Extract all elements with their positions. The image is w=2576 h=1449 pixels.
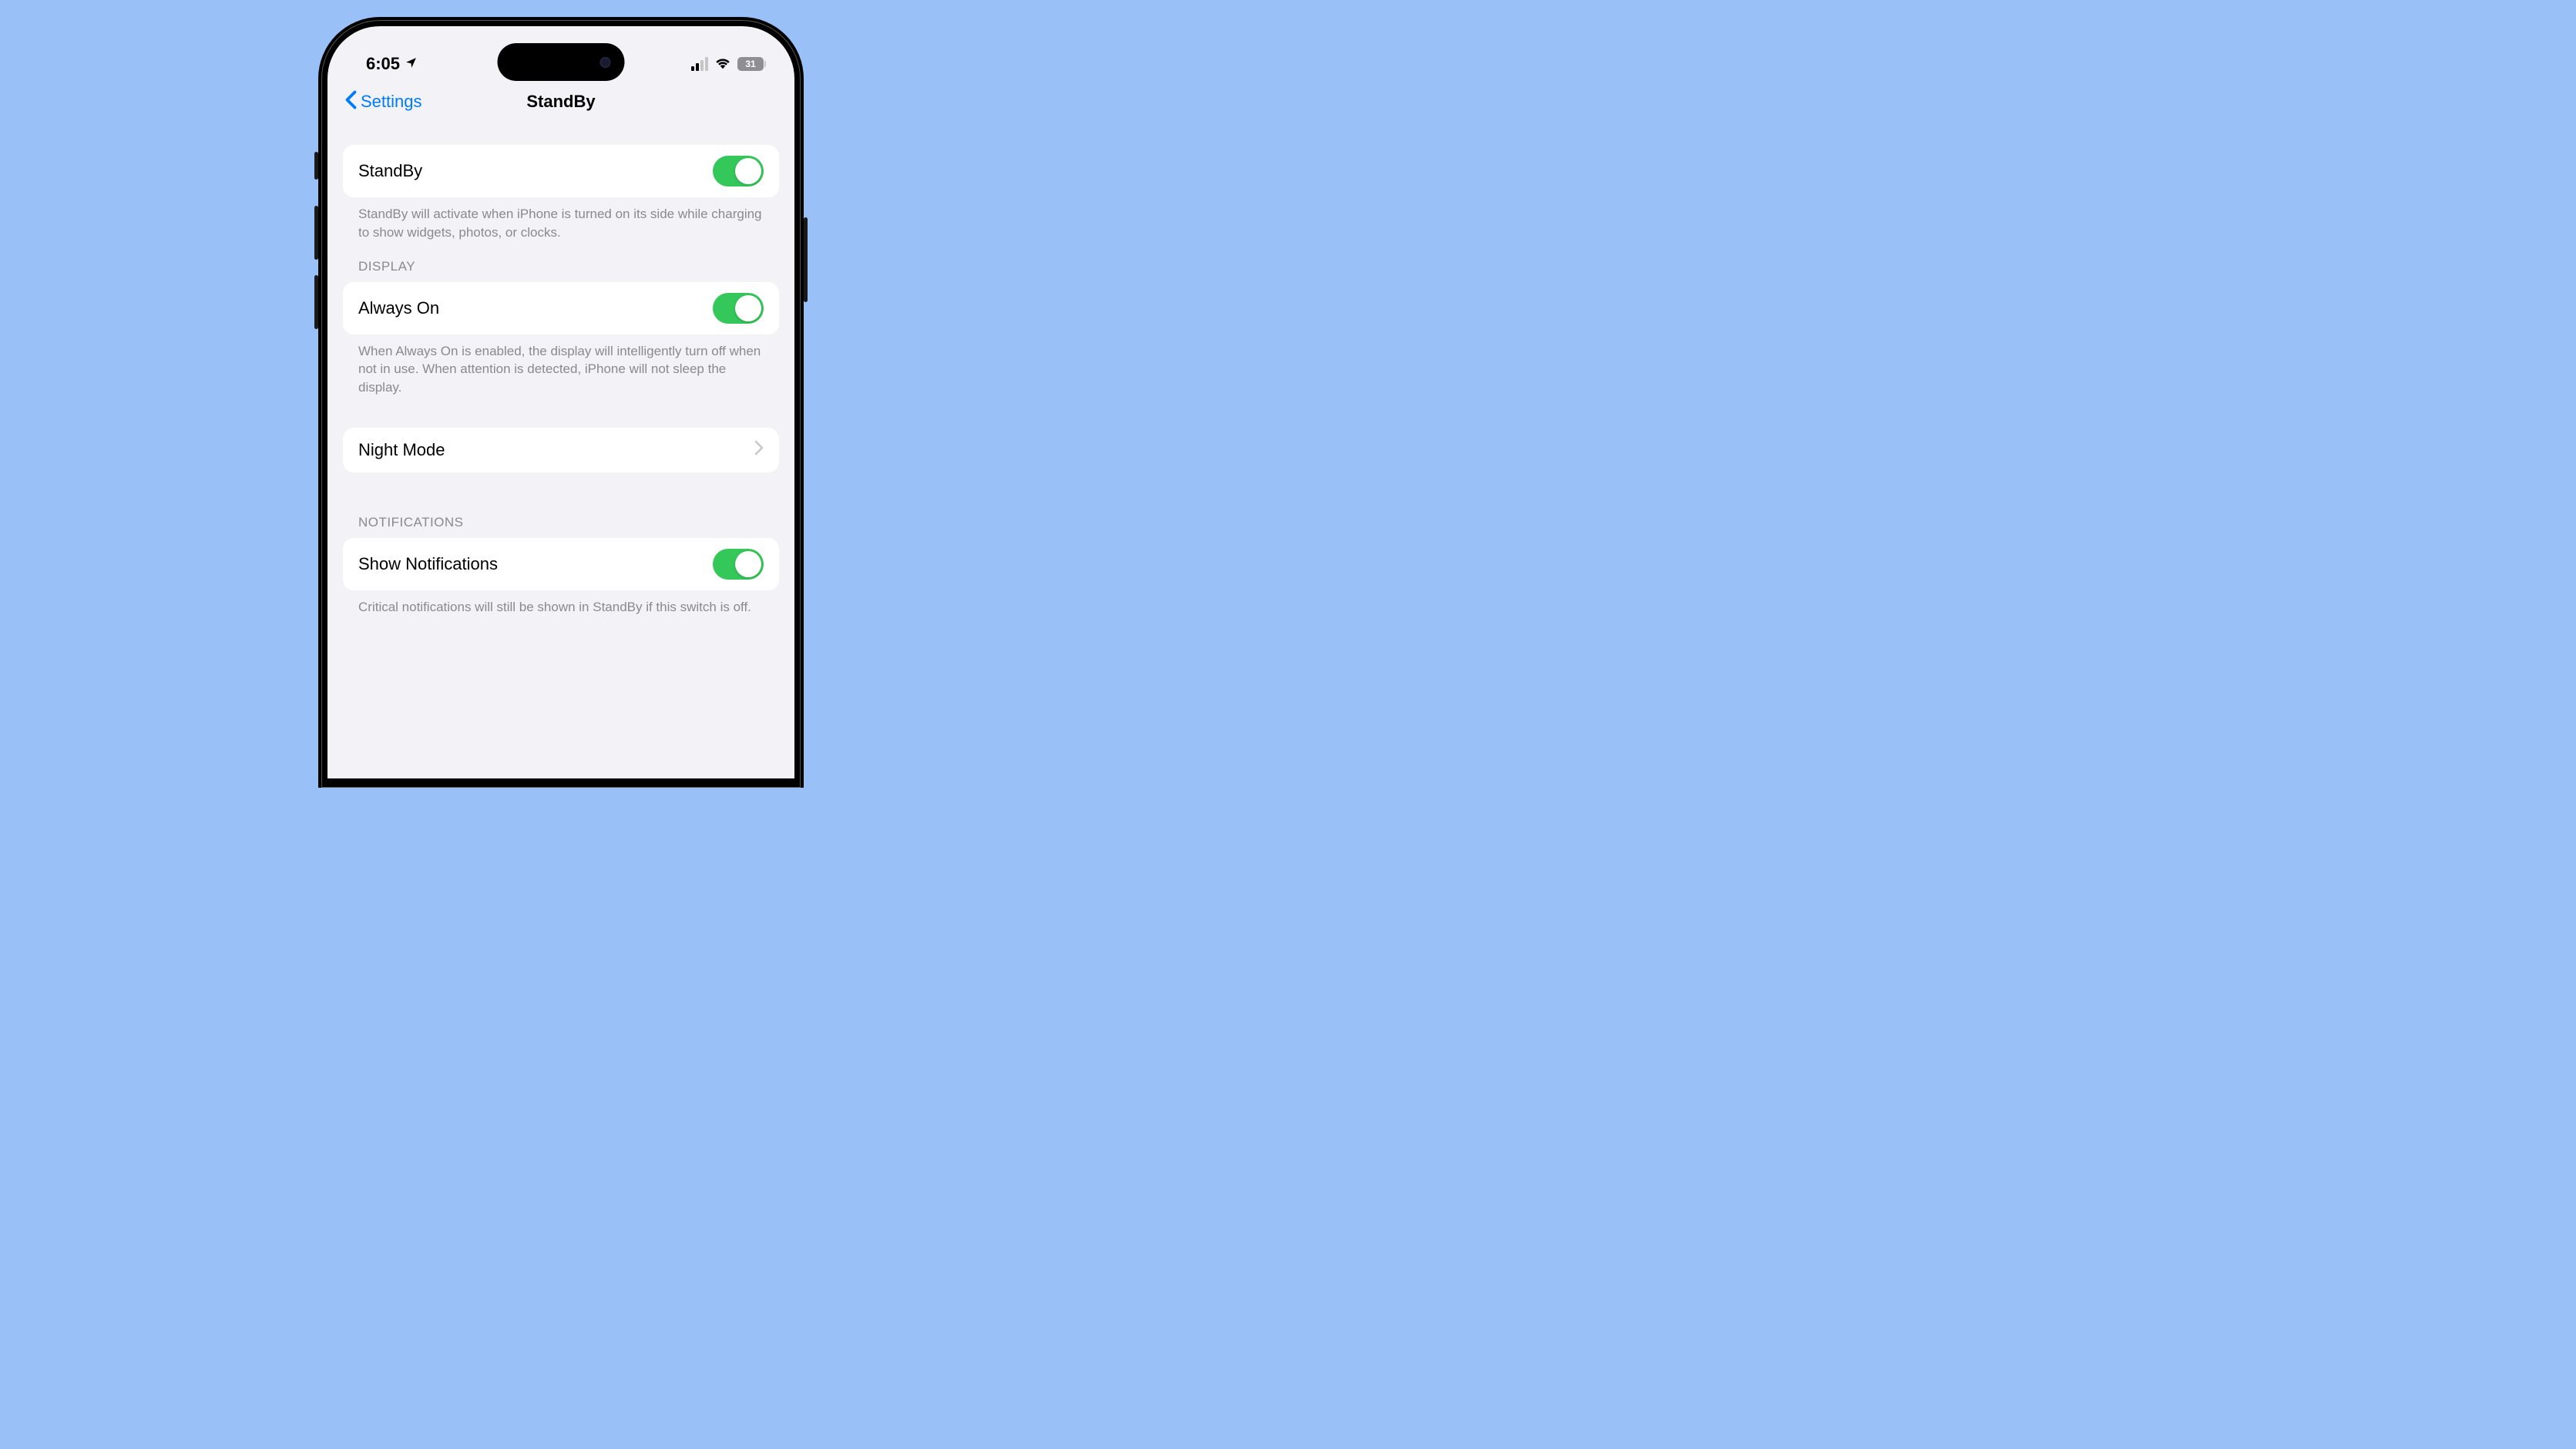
status-time: 6:05 (366, 54, 400, 74)
battery-level: 31 (745, 59, 755, 69)
iphone-frame: 6:05 (318, 17, 804, 788)
show-notifications-toggle[interactable] (713, 549, 764, 580)
always-on-toggle[interactable] (713, 293, 764, 324)
always-on-row[interactable]: Always On (343, 282, 779, 335)
show-notifications-footer: Critical notifications will still be sho… (343, 590, 779, 617)
notifications-header: NOTIFICATIONS (343, 515, 779, 538)
show-notifications-row[interactable]: Show Notifications (343, 538, 779, 590)
dynamic-island[interactable] (498, 43, 625, 81)
section-standby: StandBy StandBy will activate when iPhon… (343, 145, 779, 242)
display-header: DISPLAY (343, 259, 779, 282)
chevron-left-icon (344, 90, 358, 114)
chevron-right-icon (754, 440, 764, 459)
section-display: DISPLAY Always On When Always On is enab… (343, 259, 779, 472)
volume-up-button[interactable] (314, 206, 318, 260)
back-button[interactable]: Settings (344, 90, 422, 114)
back-label: Settings (361, 92, 422, 112)
always-on-label: Always On (358, 298, 439, 318)
front-camera (600, 57, 611, 68)
section-notifications: NOTIFICATIONS Show Notifications Critica… (343, 515, 779, 617)
always-on-footer: When Always On is enabled, the display w… (343, 335, 779, 397)
power-button[interactable] (804, 217, 808, 302)
volume-down-button[interactable] (314, 275, 318, 329)
navigation-bar: Settings StandBy (327, 80, 794, 123)
screen: 6:05 (327, 26, 794, 778)
standby-row[interactable]: StandBy (343, 145, 779, 197)
show-notifications-label: Show Notifications (358, 554, 498, 574)
content: StandBy StandBy will activate when iPhon… (327, 145, 794, 617)
wifi-icon (714, 54, 731, 74)
location-services-icon (405, 54, 418, 74)
standby-label: StandBy (358, 161, 422, 181)
night-mode-label: Night Mode (358, 440, 445, 460)
page-title: StandBy (526, 92, 595, 112)
cellular-signal-icon (691, 57, 708, 71)
standby-toggle[interactable] (713, 156, 764, 187)
standby-footer: StandBy will activate when iPhone is tur… (343, 197, 779, 242)
silent-switch[interactable] (314, 152, 318, 180)
battery-icon: 31 (737, 57, 764, 71)
night-mode-row[interactable]: Night Mode (343, 428, 779, 472)
